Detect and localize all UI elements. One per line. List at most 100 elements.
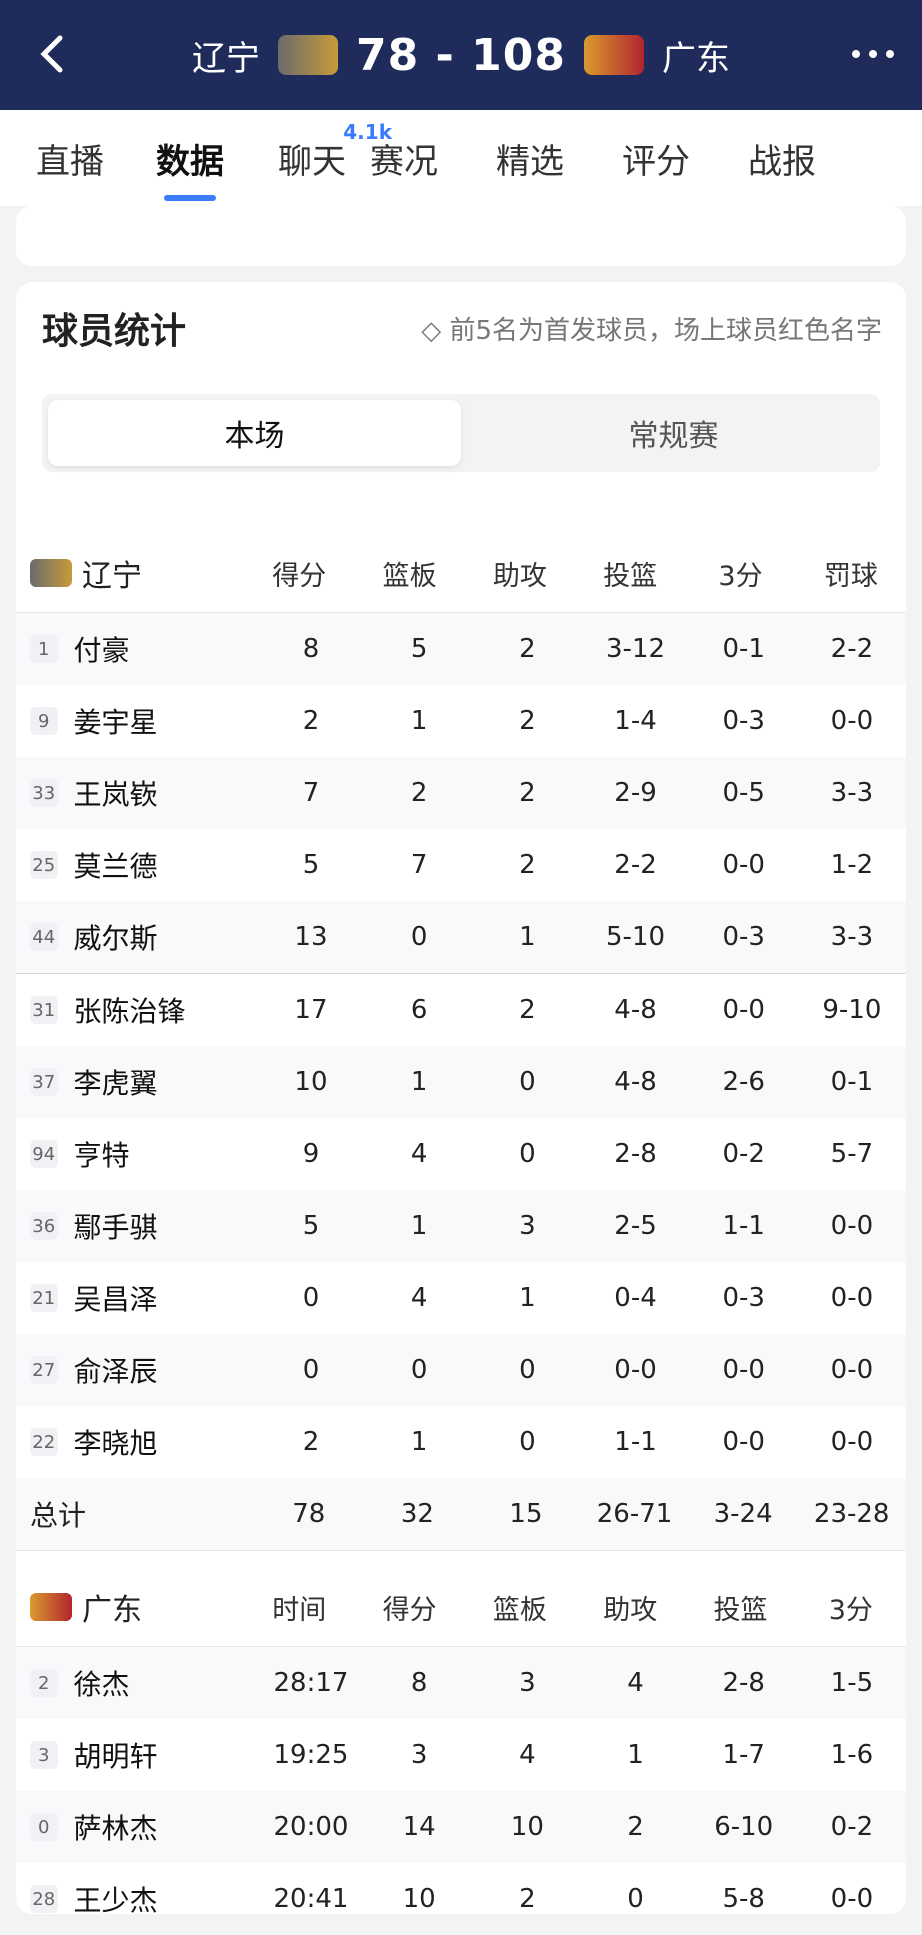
player-name: 李晓旭 (73, 1427, 158, 1460)
scroll-remnant (16, 206, 906, 266)
jersey-number: 0 (30, 1813, 58, 1841)
player-rebounds: 1 (410, 1211, 428, 1241)
player-rebounds: 0 (410, 922, 428, 952)
player-points: 2 (302, 1427, 320, 1457)
col-field-goals: 投篮 (603, 560, 658, 592)
tab-highlights[interactable]: 精选 (496, 134, 564, 183)
player-name: 张陈治锋 (73, 995, 186, 1028)
col-points: 得分 (382, 1594, 437, 1626)
player-rebounds: 2 (519, 1884, 536, 1914)
table-row[interactable]: 22 李晓旭 2 1 0 1-1 0-0 0-0 (16, 1406, 906, 1478)
player-fg: 2-2 (614, 850, 657, 880)
player-assists: 2 (519, 778, 536, 808)
player-rebounds: 10 (510, 1812, 544, 1842)
tab-chat[interactable]: 聊天 4.1k (278, 120, 392, 183)
player-fg: 4-8 (614, 1067, 657, 1097)
player-3p: 0-0 (722, 995, 765, 1025)
jersey-number: 44 (30, 923, 58, 951)
player-assists: 1 (627, 1740, 644, 1770)
segment-control: 本场 常规赛 (42, 394, 880, 472)
col-minutes: 时间 (272, 1594, 327, 1626)
player-3p: 0-0 (722, 850, 765, 880)
table-row[interactable]: 37 李虎翼 10 1 0 4-8 2-6 0-1 (16, 1046, 906, 1118)
jersey-number: 22 (30, 1428, 58, 1456)
player-fg: 2-8 (614, 1139, 657, 1169)
table-row[interactable]: 31 张陈治锋 17 6 2 4-8 0-0 9-10 (16, 973, 906, 1046)
player-points: 2 (302, 706, 320, 736)
player-rebounds: 4 (410, 1139, 428, 1169)
player-ft: 3-3 (830, 922, 874, 952)
player-ft: 2-2 (830, 634, 874, 664)
player-points: 17 (294, 995, 328, 1025)
player-assists: 3 (519, 1211, 536, 1241)
table-row[interactable]: 25 莫兰德 5 7 2 2-2 0-0 1-2 (16, 829, 906, 901)
table-row[interactable]: 1 付豪 8 5 2 3-12 0-1 2-2 (16, 613, 906, 685)
table-row[interactable]: 94 亨特 9 4 0 2-8 0-2 5-7 (16, 1118, 906, 1190)
player-points: 8 (302, 634, 320, 664)
player-points: 14 (402, 1812, 436, 1842)
player-3p: 0-2 (722, 1139, 765, 1169)
table-row[interactable]: 44 威尔斯 13 0 1 5-10 0-3 3-3 (16, 901, 906, 973)
col-free-throws: 罚球 (823, 560, 878, 592)
player-fg: 1-1 (614, 1427, 657, 1457)
away-team-logo (583, 35, 644, 75)
table-row[interactable]: 3 胡明轩 19:25 3 4 1 1-7 1-6 (16, 1719, 906, 1791)
segment-this-game[interactable]: 本场 (48, 400, 461, 466)
table-row[interactable]: 9 姜宇星 2 1 2 1-4 0-3 0-0 (16, 685, 906, 757)
player-3p: 0-5 (722, 778, 765, 808)
more-icon[interactable] (846, 34, 900, 74)
player-3p: 1-5 (830, 1668, 874, 1698)
total-points: 78 (292, 1499, 326, 1529)
player-points: 10 (294, 1067, 328, 1097)
player-points: 9 (302, 1139, 320, 1169)
player-fg: 6-10 (714, 1812, 774, 1842)
tab-live[interactable]: 直播 (36, 134, 104, 183)
player-rebounds: 2 (410, 778, 428, 808)
player-fg: 5-10 (606, 922, 666, 952)
table-row[interactable]: 21 吴昌泽 0 4 1 0-4 0-3 0-0 (16, 1262, 906, 1334)
player-minutes: 20:41 (273, 1884, 349, 1914)
table-row[interactable]: 2 徐杰 28:17 8 3 4 2-8 1-5 (16, 1647, 906, 1719)
tab-chat-label: 聊天 (278, 141, 346, 182)
jersey-number: 37 (30, 1068, 58, 1096)
jersey-number: 94 (30, 1140, 58, 1168)
table-row[interactable]: 28 王少杰 20:41 10 2 0 5-8 0-0 (16, 1863, 906, 1935)
player-3p: 0-2 (830, 1812, 874, 1842)
player-ft: 0-0 (830, 706, 874, 736)
player-fg: 4-8 (614, 995, 657, 1025)
tab-rating[interactable]: 评分 (622, 134, 690, 183)
player-points: 0 (302, 1283, 320, 1313)
col-field-goals: 投篮 (713, 1594, 768, 1626)
total-fg: 26-71 (596, 1499, 673, 1529)
table-row[interactable]: 36 鄢手骐 5 1 3 2-5 1-1 0-0 (16, 1190, 906, 1262)
tab-situation[interactable]: 赛况 (370, 134, 438, 183)
jersey-number: 2 (30, 1669, 58, 1697)
player-fg: 5-8 (722, 1884, 765, 1914)
player-rebounds: 7 (410, 850, 428, 880)
player-fg: 0-0 (614, 1355, 657, 1385)
player-fg: 0-4 (614, 1283, 657, 1313)
player-ft: 0-0 (830, 1283, 874, 1313)
player-fg: 1-7 (722, 1740, 765, 1770)
player-points: 5 (302, 1211, 320, 1241)
section-note: ◇ 前5名为首发球员，场上球员红色名字 (421, 316, 882, 346)
table-row[interactable]: 33 王岚嵚 7 2 2 2-9 0-5 3-3 (16, 757, 906, 829)
player-3p: 0-0 (722, 1355, 765, 1385)
player-assists: 1 (519, 922, 536, 952)
player-name: 姜宇星 (73, 706, 158, 739)
player-rebounds: 1 (410, 1067, 428, 1097)
table-row[interactable]: 27 俞泽辰 0 0 0 0-0 0-0 0-0 (16, 1334, 906, 1406)
player-rebounds: 1 (410, 706, 428, 736)
player-name: 威尔斯 (73, 922, 158, 955)
player-3p: 1-6 (830, 1740, 874, 1770)
totals-row: 总计 78 32 15 26-71 3-24 23-28 (16, 1478, 906, 1551)
player-fg: 2-8 (722, 1668, 765, 1698)
table-row[interactable]: 0 萨林杰 20:00 14 10 2 6-10 0-2 (16, 1791, 906, 1863)
jersey-number: 1 (30, 635, 58, 663)
tab-data[interactable]: 数据 (156, 134, 224, 183)
tab-bar: 直播 数据 聊天 4.1k 赛况 精选 评分 战报 (0, 110, 922, 206)
player-name: 胡明轩 (73, 1740, 158, 1773)
tab-report[interactable]: 战报 (748, 134, 816, 183)
player-name: 王少杰 (73, 1884, 158, 1917)
segment-regular-season[interactable]: 常规赛 (467, 394, 880, 472)
